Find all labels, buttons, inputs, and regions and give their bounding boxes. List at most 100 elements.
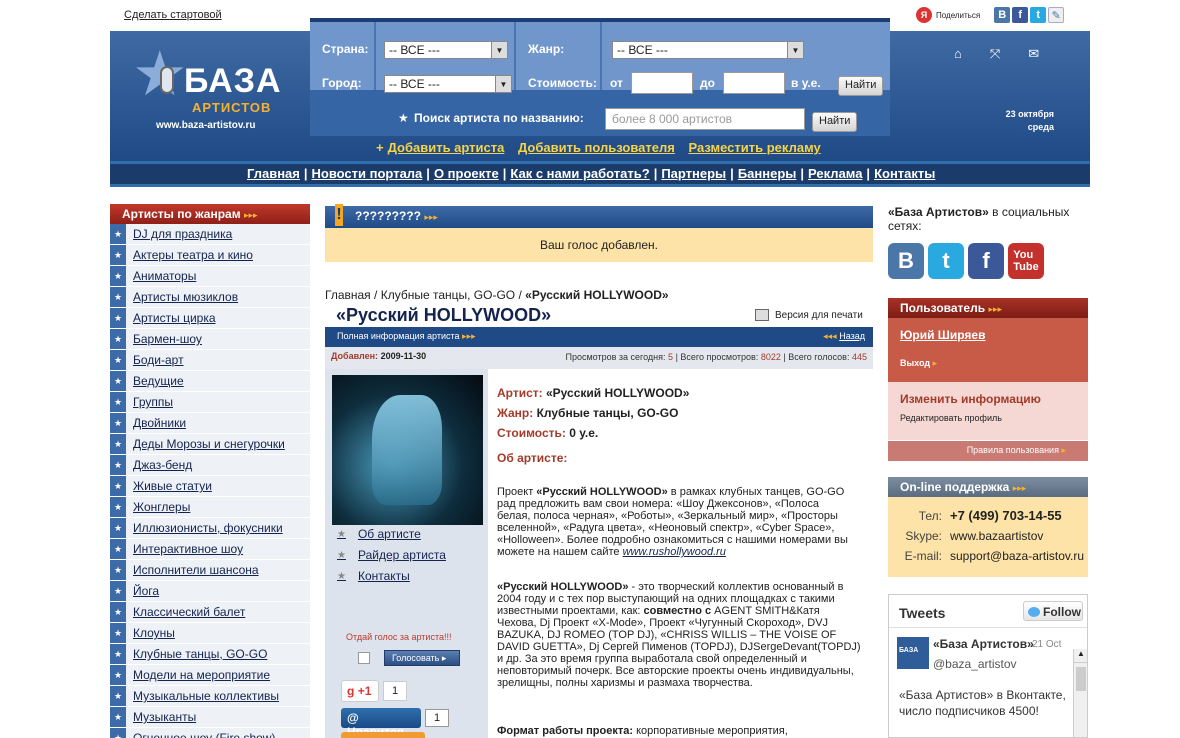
user-name-link[interactable]: Юрий Ширяев <box>900 328 985 342</box>
country-select[interactable]: -- ВСЕ --- ▼ <box>384 41 508 59</box>
genre-menu-item[interactable]: ★ Джаз-бенд <box>110 455 310 476</box>
sitemap-icon[interactable]: ⤧ <box>990 46 1000 62</box>
genre-menu-item[interactable]: ★ Бармен-шоу <box>110 329 310 350</box>
genre-menu-item[interactable]: ★ Исполнители шансона <box>110 560 310 581</box>
logo[interactable]: ★ БАЗА АРТИСТОВ www.baza-artistov.ru <box>132 44 292 134</box>
tweet-author[interactable]: «База Артистов» <box>933 637 1034 651</box>
genre-menu-label[interactable]: Артисты мюзиклов <box>133 290 238 304</box>
genre-menu-item[interactable]: ★ Актеры театра и кино <box>110 245 310 266</box>
genre-menu-label[interactable]: Клоуны <box>133 626 175 640</box>
genre-menu-item[interactable]: ★ Группы <box>110 392 310 413</box>
genre-menu-item[interactable]: ★ Классический балет <box>110 602 310 623</box>
genre-menu-item[interactable]: ★ Артисты мюзиклов <box>110 287 310 308</box>
genre-menu-label[interactable]: Аниматоры <box>133 269 196 283</box>
genre-menu-item[interactable]: ★ Жонглеры <box>110 497 310 518</box>
ya-icon[interactable]: Я <box>916 7 932 23</box>
nav-advertising[interactable]: Реклама <box>808 166 862 181</box>
genre-menu-item[interactable]: ★ Музыкальные коллективы <box>110 686 310 707</box>
genre-menu-item[interactable]: ★ Ведущие <box>110 371 310 392</box>
youtube-icon[interactable]: You Tube <box>1008 243 1044 279</box>
link-icon[interactable]: ✎ <box>1048 7 1065 23</box>
genre-menu-item[interactable]: ★ Клоуны <box>110 623 310 644</box>
genre-menu-label[interactable]: Клубные танцы, GO-GO <box>133 647 267 661</box>
cost-to-input[interactable] <box>723 72 785 94</box>
genre-menu-label[interactable]: Музыкальные коллективы <box>133 689 279 703</box>
home-icon[interactable]: ⌂ <box>954 46 962 62</box>
avatar[interactable]: БАЗА <box>897 637 929 669</box>
vote-checkbox[interactable] <box>358 652 370 664</box>
genre-menu-item[interactable]: ★ Музыканты <box>110 707 310 728</box>
gplus-button[interactable]: g +1 <box>341 680 379 702</box>
genre-menu-label[interactable]: Иллюзионисты, фокусники <box>133 521 283 535</box>
facebook-icon[interactable]: f <box>1012 7 1029 23</box>
twitter-icon[interactable]: t <box>1030 7 1047 23</box>
vk-icon[interactable]: B <box>994 7 1011 23</box>
artist-name-input[interactable]: более 8 000 артистов <box>605 108 805 130</box>
genre-menu-label[interactable]: Боди-арт <box>133 353 184 367</box>
genre-menu-item[interactable]: ★ Деды Морозы и снегурочки <box>110 434 310 455</box>
add-artist-link[interactable]: Добавить артиста <box>388 140 505 155</box>
make-start-link[interactable]: Сделать стартовой <box>124 9 222 21</box>
genre-menu-label[interactable]: Огненное шоу (Fire show) <box>133 731 275 738</box>
genre-menu-item[interactable]: ★ Иллюзионисты, фокусники <box>110 518 310 539</box>
genre-menu-label[interactable]: Артисты цирка <box>133 311 216 325</box>
genre-menu-item[interactable]: ★ Йога <box>110 581 310 602</box>
genre-menu-item[interactable]: ★ Аниматоры <box>110 266 310 287</box>
edit-info-link[interactable]: Изменить информацию <box>900 392 1041 406</box>
breadcrumb-genre[interactable]: Клубные танцы, GO-GO <box>381 288 515 302</box>
vk-icon[interactable]: B <box>888 243 924 279</box>
find-button[interactable]: Найти <box>838 76 884 96</box>
city-select[interactable]: -- ВСЕ --- ▼ <box>384 75 512 93</box>
genre-menu-item[interactable]: ★ Огненное шоу (Fire show) <box>110 728 310 738</box>
rider-link[interactable]: ★ Райдер артиста <box>337 548 446 562</box>
logout-link[interactable]: Выход ▸ <box>900 358 937 369</box>
genre-menu-item[interactable]: ★ Модели на мероприятие <box>110 665 310 686</box>
genre-menu-label[interactable]: Джаз-бенд <box>133 458 192 472</box>
rules-link[interactable]: Правила пользования ▸ <box>888 441 1088 461</box>
nav-partners[interactable]: Партнеры <box>661 166 726 181</box>
genre-menu-item[interactable]: ★ Боди-арт <box>110 350 310 371</box>
genre-menu-label[interactable]: Ведущие <box>133 374 184 388</box>
back-link[interactable]: Назад <box>839 331 865 341</box>
name-find-button[interactable]: Найти <box>812 112 858 132</box>
advertise-link[interactable]: Разместить рекламу <box>688 140 820 155</box>
genre-menu-item[interactable]: ★ Клубные танцы, GO-GO <box>110 644 310 665</box>
nav-news[interactable]: Новости портала <box>312 166 423 181</box>
print-version-link[interactable]: Версия для печати <box>755 309 863 321</box>
nav-contacts[interactable]: Контакты <box>874 166 935 181</box>
genre-menu-label[interactable]: Модели на мероприятие <box>133 668 270 682</box>
genre-select[interactable]: -- ВСЕ --- ▼ <box>612 41 804 59</box>
genre-menu-label[interactable]: Классический балет <box>133 605 245 619</box>
about-artist-link[interactable]: ★ Об артисте <box>337 527 421 541</box>
artist-photo[interactable] <box>332 375 483 525</box>
odnoklassniki-button[interactable] <box>341 732 425 738</box>
genre-menu-item[interactable]: ★ DJ для праздника <box>110 224 310 245</box>
vote-button[interactable]: Голосовать ▸ <box>384 650 460 666</box>
like-button[interactable]: @ Нравится <box>341 708 421 738</box>
nav-home[interactable]: Главная <box>247 166 300 181</box>
mail-icon[interactable]: ✉ <box>1028 46 1039 62</box>
twitter-icon[interactable]: t <box>928 243 964 279</box>
genre-menu-item[interactable]: ★ Интерактивное шоу <box>110 539 310 560</box>
contacts-link[interactable]: ★ Контакты <box>337 569 410 583</box>
breadcrumb-home[interactable]: Главная <box>325 288 371 302</box>
genre-menu-label[interactable]: Бармен-шоу <box>133 332 202 346</box>
add-user-link[interactable]: Добавить пользователя <box>518 140 675 155</box>
chevron-up-icon[interactable]: ▲ <box>1074 649 1088 663</box>
genre-menu-label[interactable]: Йога <box>133 584 159 598</box>
nav-banners[interactable]: Баннеры <box>738 166 797 181</box>
nav-about[interactable]: О проекте <box>434 166 499 181</box>
genre-menu-item[interactable]: ★ Двойники <box>110 413 310 434</box>
follow-button[interactable]: Follow <box>1023 601 1083 621</box>
cost-from-input[interactable] <box>631 72 693 94</box>
genre-menu-label[interactable]: Жонглеры <box>133 500 190 514</box>
nav-how-to-work[interactable]: Как с нами работать? <box>510 166 649 181</box>
genre-menu-label[interactable]: Исполнители шансона <box>133 563 259 577</box>
genre-menu-label[interactable]: DJ для праздника <box>133 227 232 241</box>
facebook-icon[interactable]: f <box>968 243 1004 279</box>
genre-menu-label[interactable]: Живые статуи <box>133 479 212 493</box>
artist-site-link[interactable]: www.rushollywood.ru <box>623 546 726 558</box>
tweet-date[interactable]: 21 Oct <box>1032 639 1061 650</box>
scrollbar[interactable]: ▲ <box>1073 649 1088 737</box>
genre-menu-item[interactable]: ★ Живые статуи <box>110 476 310 497</box>
